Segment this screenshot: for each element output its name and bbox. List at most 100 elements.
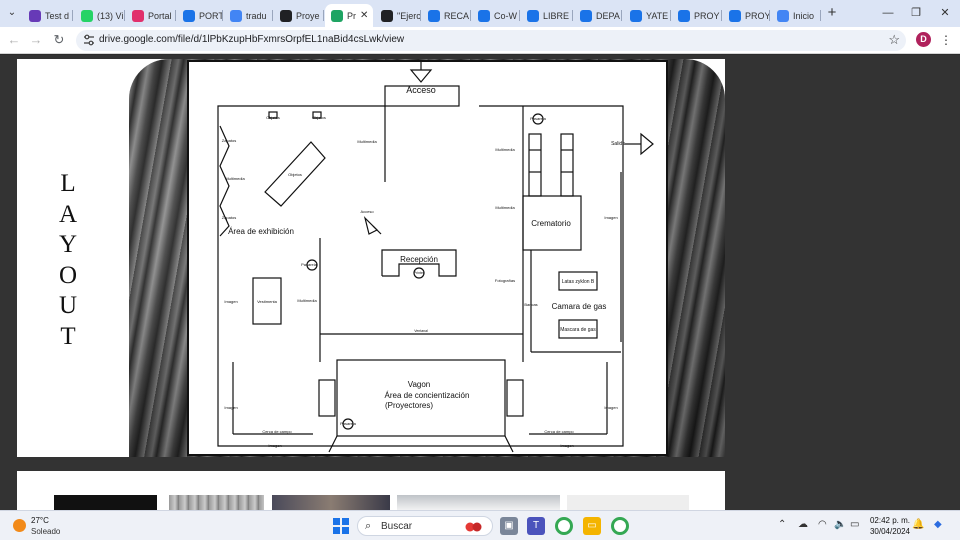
start-button[interactable] bbox=[333, 518, 349, 534]
tab-label: "Ejerc bbox=[397, 10, 421, 21]
browser-tab[interactable]: PROY bbox=[723, 4, 770, 27]
tab-strip: ⌄ Test d (13) Vi Portal PORTA tradu Proye Pr ✕ "… bbox=[0, 0, 960, 27]
clock-time: 02:42 p. m. bbox=[869, 516, 910, 525]
label-proyectores: (Proyectores) bbox=[385, 401, 433, 410]
chrome-icon[interactable] bbox=[555, 517, 573, 535]
wifi-icon[interactable]: ◠ bbox=[818, 519, 827, 530]
document-icon bbox=[280, 9, 292, 22]
label-area-concientizacion: Área de concientización bbox=[385, 391, 470, 400]
label-imagen-1: Imagen bbox=[224, 299, 237, 304]
tab-separator bbox=[670, 10, 671, 21]
app-icon bbox=[428, 9, 440, 22]
clock[interactable]: 02:42 p. m. 30/04/2024 bbox=[866, 515, 910, 537]
browser-tab[interactable]: Inicio bbox=[771, 4, 821, 27]
battery-icon[interactable]: ▭ bbox=[850, 519, 859, 530]
google-icon bbox=[777, 9, 789, 22]
browser-toolbar: ← → ↻ drive.google.com/file/d/1lPbKzupHb… bbox=[0, 27, 960, 54]
tab-label: PROY bbox=[694, 10, 720, 21]
label-multimedia-2: Multimedia bbox=[357, 139, 377, 144]
forward-button[interactable]: → bbox=[28, 32, 44, 48]
browser-tab[interactable]: PORTA bbox=[177, 4, 223, 27]
floor-plan: Acceso Salida Área de exhibición Recepci… bbox=[187, 60, 668, 456]
file-explorer-icon[interactable]: ▭ bbox=[583, 517, 601, 535]
slide-image-1 bbox=[54, 495, 157, 510]
label-camara-gas: Camara de gas bbox=[552, 302, 607, 311]
bookmark-star-icon[interactable]: ☆ bbox=[888, 32, 900, 48]
tab-separator bbox=[72, 10, 73, 21]
next-slide-page bbox=[17, 471, 725, 510]
show-hidden-icons-chevron-icon[interactable]: ⌃ bbox=[778, 519, 786, 530]
weather-temperature[interactable]: 27°C bbox=[31, 516, 49, 525]
browser-tab[interactable]: DEPA bbox=[574, 4, 622, 27]
browser-tab[interactable]: Co-W bbox=[472, 4, 520, 27]
label-fotografias: Fotografías bbox=[495, 278, 515, 283]
tab-label: RECA bbox=[444, 10, 470, 21]
tab-search-chevron-icon[interactable]: ⌄ bbox=[4, 5, 20, 21]
label-bancas: Bancas bbox=[524, 302, 537, 307]
slide-image-3 bbox=[272, 495, 390, 510]
instagram-icon bbox=[132, 9, 144, 22]
label-cerca-campo-1: Cerca de campo bbox=[262, 429, 292, 434]
address-bar[interactable]: drive.google.com/file/d/1lPbKzupHbFxmrsO… bbox=[76, 30, 906, 51]
tab-label: DEPA bbox=[596, 10, 620, 21]
copilot-icon[interactable]: ◆ bbox=[934, 519, 942, 530]
volume-icon[interactable]: 🔈 bbox=[834, 519, 846, 530]
slide-image-2 bbox=[169, 495, 264, 510]
tab-separator bbox=[323, 10, 324, 21]
restore-button[interactable]: ❐ bbox=[906, 4, 926, 22]
browser-tab[interactable]: (13) Vi bbox=[75, 4, 125, 27]
browser-tab[interactable]: "Ejerc bbox=[375, 4, 421, 27]
google-drive-icon bbox=[331, 9, 343, 22]
label-imagen-2: Imagen bbox=[604, 215, 617, 220]
tab-separator bbox=[519, 10, 520, 21]
browser-tab[interactable]: Proye bbox=[274, 4, 324, 27]
onedrive-cloud-icon[interactable]: ☁ bbox=[798, 519, 808, 530]
close-tab-icon[interactable]: ✕ bbox=[360, 10, 368, 21]
reload-button[interactable]: ↻ bbox=[51, 32, 67, 48]
tab-label: Portal bbox=[148, 10, 172, 21]
minimize-button[interactable]: — bbox=[878, 4, 898, 22]
browser-tab[interactable]: LIBRE bbox=[521, 4, 573, 27]
tab-separator bbox=[272, 10, 273, 21]
slide-image-5 bbox=[567, 495, 689, 510]
chrome-profile-icon[interactable] bbox=[611, 517, 629, 535]
label-imagen-3: Imagen bbox=[224, 405, 237, 410]
slide-image-4 bbox=[397, 495, 560, 510]
tab-separator bbox=[222, 10, 223, 21]
label-recepcion: Recepción bbox=[400, 255, 438, 264]
weather-description[interactable]: Soleado bbox=[31, 527, 60, 536]
tab-label: Co-W bbox=[494, 10, 517, 21]
browser-tab[interactable]: RECA bbox=[422, 4, 471, 27]
tab-label: tradu bbox=[246, 10, 267, 21]
slide-page: LAYOUT Acceso Salida Área de exhibición … bbox=[17, 59, 725, 457]
back-button[interactable]: ← bbox=[6, 32, 22, 48]
taskbar-search[interactable]: ⌕ Buscar bbox=[357, 516, 493, 536]
app-icon bbox=[183, 9, 195, 22]
tab-label: Proye bbox=[296, 10, 320, 21]
docs-forms-icon bbox=[29, 9, 41, 22]
google-icon bbox=[230, 9, 242, 22]
new-tab-button[interactable]: + bbox=[824, 5, 840, 21]
label-vestimenta: Vestimenta bbox=[257, 299, 278, 304]
browser-tab[interactable]: YATE bbox=[624, 4, 671, 27]
browser-tab[interactable]: Portal bbox=[126, 4, 176, 27]
tab-label: PROY bbox=[745, 10, 770, 21]
close-window-button[interactable]: ✕ bbox=[935, 4, 955, 22]
search-icon: ⌕ bbox=[365, 520, 372, 532]
label-acceso: Acceso bbox=[406, 85, 436, 95]
label-area-exhibicion: Área de exhibición bbox=[228, 227, 294, 236]
notifications-bell-icon[interactable]: 🔔 bbox=[912, 519, 924, 530]
tab-separator bbox=[572, 10, 573, 21]
browser-tab[interactable]: PROY bbox=[672, 4, 722, 27]
label-pasarela-3: Pasarela bbox=[340, 421, 357, 426]
browser-menu-icon[interactable]: ⋮ bbox=[940, 32, 952, 48]
browser-tab[interactable]: Pr ✕ bbox=[325, 4, 373, 27]
label-objetos-3: Objetos bbox=[288, 172, 302, 177]
browser-tab[interactable]: Test d bbox=[23, 4, 73, 27]
profile-avatar[interactable]: D bbox=[916, 32, 931, 47]
sun-icon[interactable] bbox=[13, 519, 26, 532]
browser-tab[interactable]: tradu bbox=[224, 4, 273, 27]
site-info-icon[interactable] bbox=[82, 33, 96, 47]
teams-icon[interactable]: T bbox=[527, 517, 545, 535]
task-view-icon[interactable]: ▣ bbox=[500, 517, 518, 535]
